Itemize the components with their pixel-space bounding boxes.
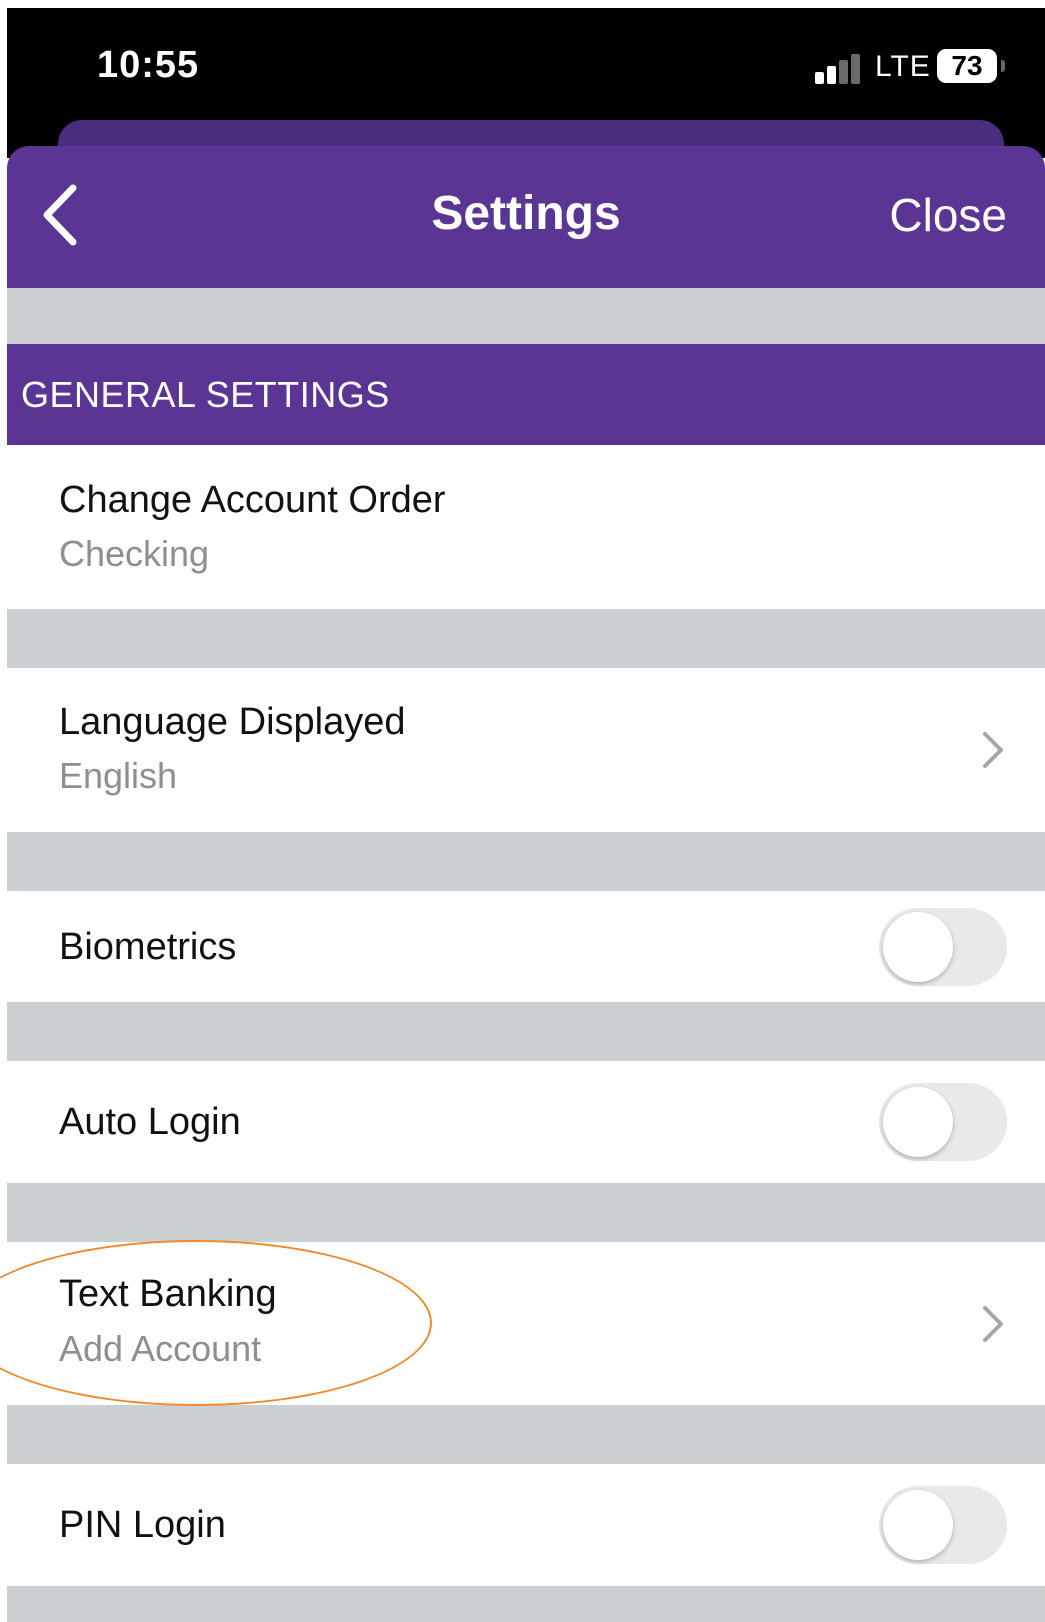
section-header-general-settings: GENERAL SETTINGS — [7, 344, 1045, 445]
separator — [7, 1002, 1045, 1061]
separator — [7, 609, 1045, 668]
setting-value: English — [59, 755, 178, 796]
section-title: GENERAL SETTINGS — [21, 374, 390, 415]
setting-title: Change Account Order — [59, 479, 446, 521]
setting-row-language-displayed[interactable]: Language Displayed English — [7, 668, 1045, 832]
setting-row-change-account-order[interactable]: Change Account Order Checking — [7, 445, 1045, 609]
setting-row-biometrics: Biometrics — [7, 891, 1045, 1002]
signal-strength-icon — [815, 54, 865, 84]
battery-nub — [1001, 60, 1005, 72]
chevron-left-icon — [43, 184, 77, 246]
setting-title: Language Displayed — [59, 701, 406, 743]
separator — [7, 1183, 1045, 1242]
chevron-right-icon — [983, 732, 1003, 768]
pin-login-toggle[interactable] — [879, 1486, 1007, 1564]
close-button[interactable]: Close — [889, 188, 1007, 242]
biometrics-toggle[interactable] — [879, 908, 1007, 986]
setting-title: PIN Login — [59, 1504, 226, 1546]
toggle-knob — [883, 1490, 953, 1560]
setting-title: Biometrics — [59, 926, 237, 968]
separator — [7, 1405, 1045, 1464]
setting-row-auto-login: Auto Login — [7, 1061, 1045, 1183]
separator — [7, 1586, 1045, 1622]
settings-screen: 10:55 LTE 73 Settings Close GENERAL SETT… — [0, 0, 1045, 1622]
battery-icon: 73 — [937, 49, 997, 83]
setting-title: Auto Login — [59, 1101, 241, 1143]
separator — [7, 832, 1045, 891]
setting-value: Add Account — [59, 1328, 262, 1369]
status-time: 10:55 — [97, 44, 200, 86]
back-button[interactable] — [31, 182, 91, 252]
chevron-right-icon — [983, 1306, 1003, 1342]
setting-row-pin-login: PIN Login — [7, 1464, 1045, 1586]
setting-row-text-banking[interactable]: Text Banking Add Account — [7, 1242, 1045, 1405]
toggle-knob — [883, 912, 953, 982]
auto-login-toggle[interactable] — [879, 1083, 1007, 1161]
setting-value: Checking — [59, 533, 210, 574]
toggle-knob — [883, 1087, 953, 1157]
network-type: LTE — [875, 50, 931, 83]
battery-level: 73 — [951, 50, 983, 81]
settings-header: Settings Close — [7, 146, 1045, 288]
setting-title: Text Banking — [59, 1273, 277, 1315]
separator — [7, 288, 1045, 344]
